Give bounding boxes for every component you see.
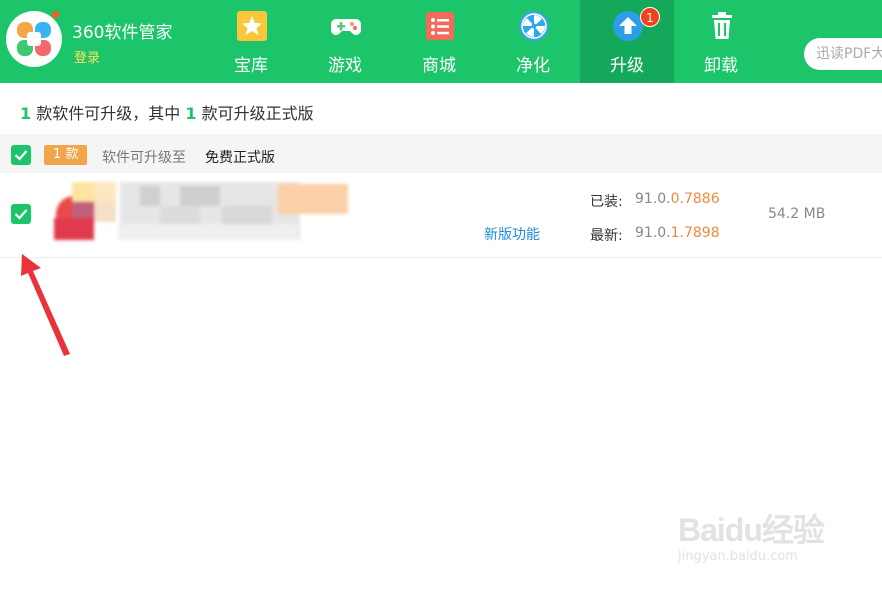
latest-version-value: 91.0.1.7898 (635, 225, 720, 241)
summary-count-official: 1 (185, 104, 197, 123)
tab-store[interactable]: 商城 (392, 0, 486, 83)
tab-label: 升级 (610, 56, 644, 76)
latest-version-highlight: 1.7898 (670, 225, 720, 241)
tab-label: 卸载 (704, 56, 738, 76)
new-features-link[interactable]: 新版功能 (484, 224, 540, 244)
tab-label: 宝库 (234, 56, 268, 76)
software-row: 新版功能 已装: 91.0.0.7886 最新: 91.0.1.7898 54.… (0, 174, 882, 258)
app-window: 360软件管家 登录 宝库 游戏 商城 净化 1 升级 卸载 迅读PDF大 1 … (0, 0, 882, 591)
installed-version-label: 已装: (590, 194, 623, 210)
tab-label: 游戏 (328, 56, 362, 76)
group-header: 1 款 软件可升级至 免费正式版 (0, 134, 882, 173)
top-header: 360软件管家 登录 宝库 游戏 商城 净化 1 升级 卸载 迅读PDF大 (0, 0, 882, 83)
purify-fan-icon (519, 11, 549, 41)
tab-upgrade[interactable]: 1 升级 (580, 0, 674, 83)
latest-version-prefix: 91.0. (635, 225, 671, 241)
installed-version-highlight: 0.7886 (670, 191, 720, 207)
annotation-arrow-icon (21, 254, 70, 356)
search-box[interactable] (804, 38, 882, 70)
tab-purify[interactable]: 净化 (486, 0, 580, 83)
summary-text-b: 款可升级正式版 (201, 104, 314, 123)
gamepad-icon (331, 19, 361, 36)
search-input[interactable] (816, 38, 882, 70)
store-list-icon (426, 12, 454, 40)
tab-games[interactable]: 游戏 (298, 0, 392, 83)
treasure-star-icon (237, 11, 267, 41)
tab-uninstall[interactable]: 卸载 (674, 0, 768, 83)
tab-treasure[interactable]: 宝库 (204, 0, 298, 83)
group-target-version: 免费正式版 (205, 150, 275, 166)
installed-version-value: 91.0.0.7886 (635, 191, 720, 207)
package-size: 54.2 MB (768, 206, 826, 222)
tab-label: 净化 (516, 56, 550, 76)
tab-label: 商城 (422, 56, 456, 76)
latest-version-label: 最新: (590, 228, 623, 244)
trash-icon (712, 12, 732, 39)
watermark-sub: jingyan.baidu.com (678, 549, 798, 564)
watermark-main: Baidu经验 (678, 512, 825, 548)
installed-version-prefix: 91.0. (635, 191, 671, 207)
upgrade-count-badge: 1 (640, 7, 660, 27)
baidu-watermark: Baidu经验 jingyan.baidu.com (678, 505, 825, 564)
